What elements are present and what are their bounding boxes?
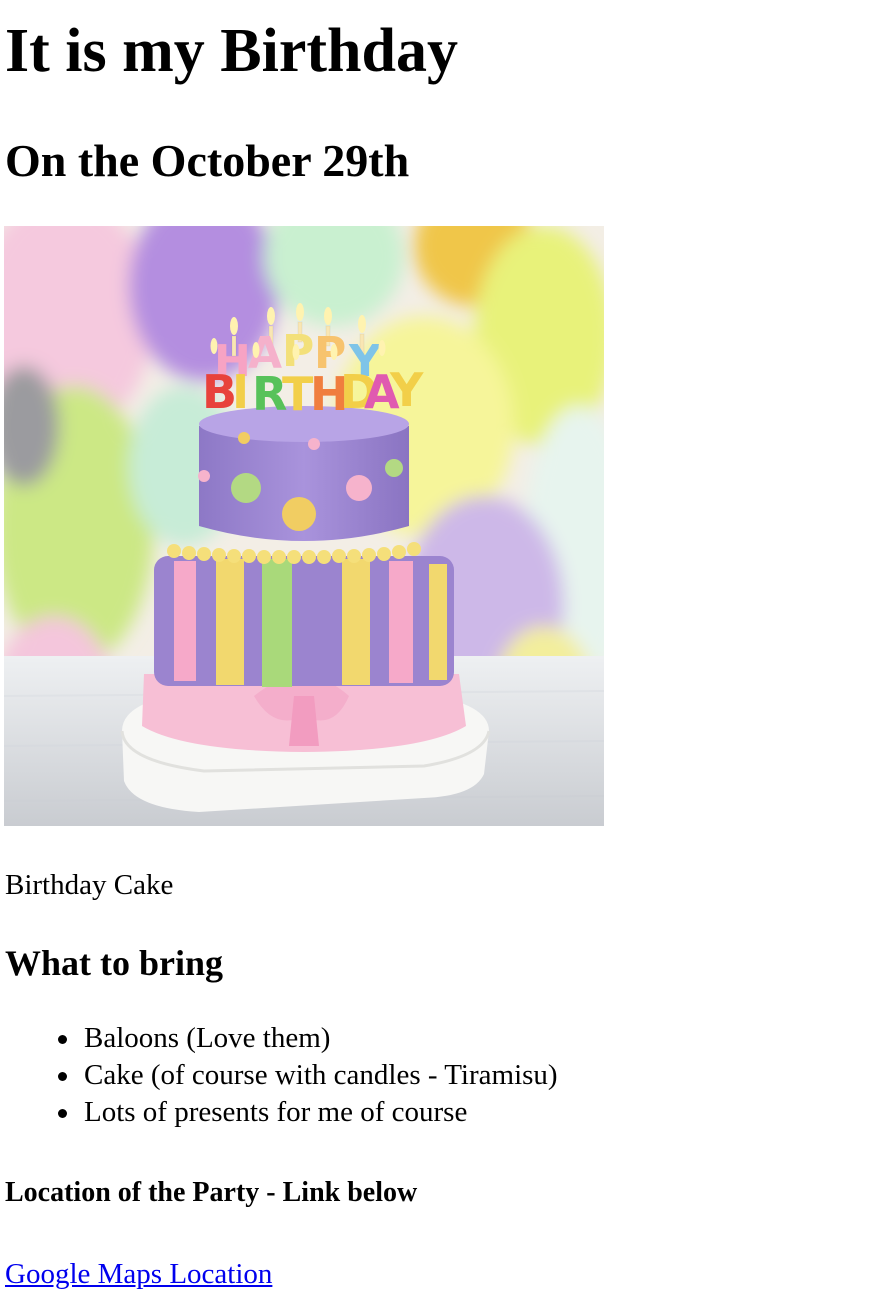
google-maps-link[interactable]: Google Maps Location <box>5 1256 272 1292</box>
birthday-cake-icon: H A P P Y B I R T H D A Y <box>4 226 604 826</box>
svg-text:I: I <box>232 365 249 419</box>
list-item: Cake (of course with candles - Tiramisu) <box>0 1057 558 1094</box>
page-title: It is my Birthday <box>5 17 458 85</box>
image-caption: Birthday Cake <box>5 869 174 901</box>
bring-list: Baloons (Love them) Cake (of course with… <box>0 1020 558 1131</box>
list-item-label: Lots of presents for me of course <box>84 1096 468 1128</box>
page-subtitle: On the October 29th <box>5 135 410 186</box>
bullet-icon <box>58 1035 67 1044</box>
list-item-label: Cake (of course with candles - Tiramisu) <box>84 1059 558 1091</box>
location-heading: Location of the Party - Link below <box>5 1177 418 1208</box>
birthday-cake-image: H A P P Y B I R T H D A Y <box>4 226 604 826</box>
what-to-bring-heading: What to bring <box>5 943 224 983</box>
list-item: Lots of presents for me of course <box>0 1094 558 1131</box>
list-item: Baloons (Love them) <box>0 1020 558 1057</box>
bullet-icon <box>58 1109 67 1118</box>
svg-text:Y: Y <box>389 363 424 417</box>
list-item-label: Baloons (Love them) <box>84 1022 331 1054</box>
bullet-icon <box>58 1072 67 1081</box>
